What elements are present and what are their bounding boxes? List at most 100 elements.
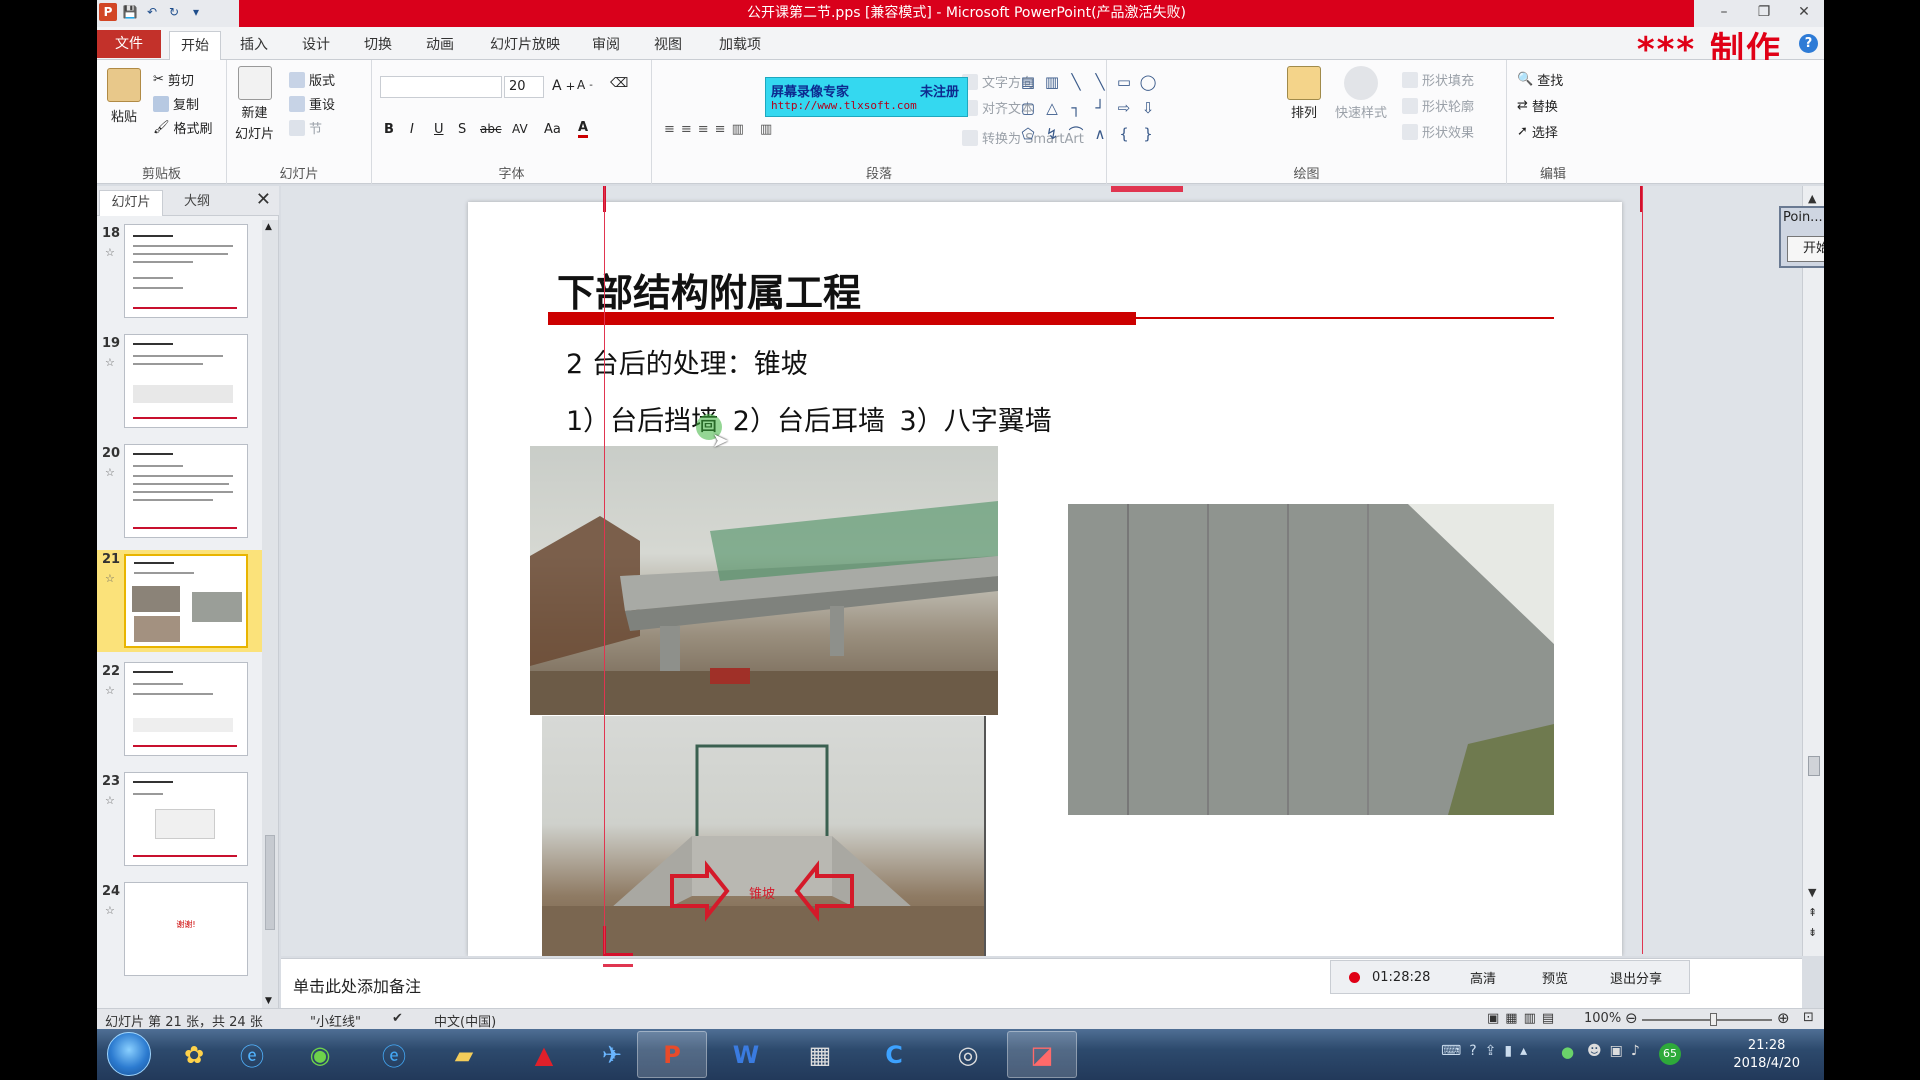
scroll-down-icon[interactable]: ▼ <box>265 996 272 1006</box>
close-pane-icon[interactable]: ✕ <box>256 189 271 210</box>
view-buttons[interactable]: ▣▦▥▤ <box>1487 1011 1560 1026</box>
new-slide-button[interactable]: 新建 幻灯片 <box>235 66 274 142</box>
abutment-construction-photo[interactable]: 锥坡 <box>542 716 986 956</box>
tab-animations[interactable]: 动画 <box>415 31 465 59</box>
shapes-gallery[interactable]: ▤ ▥ ╲ ╲ ▭ ◯ ▢ △ ┐ ┘ ⇨ ⇩ ⬠ ↯ ⌒ ∧{} <box>1017 70 1167 148</box>
zoom-in-icon[interactable]: ⊕ <box>1777 1009 1790 1027</box>
cut-button[interactable]: ✂ 剪切 <box>153 70 194 89</box>
tray-icons[interactable]: ⌨?⇪▮▴ <box>1441 1043 1535 1059</box>
line-shape-icon[interactable]: ╲ <box>1065 70 1087 94</box>
italic-button[interactable]: I <box>410 122 414 137</box>
brace-right-shape-icon[interactable]: } <box>1137 122 1159 146</box>
zoom-out-icon[interactable]: ⊖ <box>1625 1009 1638 1027</box>
strikethrough-button[interactable]: abc <box>480 122 502 136</box>
slide-thumbnail[interactable]: 24 ☆ 谢谢! <box>97 882 267 982</box>
shape-outline-button[interactable]: 形状轮廓 <box>1402 96 1474 115</box>
reset-button[interactable]: 重设 <box>289 94 335 113</box>
shape-effects-button[interactable]: 形状效果 <box>1402 122 1474 141</box>
section-button[interactable]: 节 <box>289 118 322 137</box>
current-slide[interactable]: 下部结构附属工程 2 台后的处理：锥坡 1）台后挡墙 2）台后耳墙 3）八字翼墙 <box>468 202 1622 956</box>
exit-share-button[interactable]: 退出分享 <box>1610 968 1662 987</box>
oval-shape-icon[interactable]: ◯ <box>1137 70 1159 94</box>
font-color-button[interactable]: A <box>578 120 589 138</box>
zoom-level[interactable]: 100% <box>1584 1011 1621 1026</box>
tab-addins[interactable]: 加载项 <box>706 31 774 59</box>
recorder-taskbar-icon[interactable]: ◪ <box>1007 1031 1077 1078</box>
ie-icon[interactable]: ⓔ <box>359 1031 429 1078</box>
powerpoint-taskbar-icon[interactable]: P <box>637 1031 707 1078</box>
tab-file[interactable]: 文件 <box>97 30 161 58</box>
slides-pane-scrollbar[interactable]: ▲ ▼ <box>262 220 278 1008</box>
find-button[interactable]: 🔍 查找 <box>1517 70 1563 89</box>
tab-insert[interactable]: 插入 <box>229 31 279 59</box>
spellcheck-icon[interactable]: ✔ <box>392 1011 403 1026</box>
format-painter-button[interactable]: 🖌 格式刷 <box>153 118 213 137</box>
vtextbox-shape-icon[interactable]: ▥ <box>1041 70 1063 94</box>
badge-icon[interactable]: 65 <box>1659 1043 1681 1065</box>
quick-styles-button[interactable]: 快速样式 <box>1335 66 1387 121</box>
brace-left-shape-icon[interactable]: { <box>1113 122 1135 146</box>
clock[interactable]: 21:28 2018/4/20 <box>1733 1037 1800 1073</box>
change-case-button[interactable]: Aa <box>544 122 561 137</box>
acrobat-icon[interactable]: ▲ <box>509 1031 579 1078</box>
textbox-shape-icon[interactable]: ▤ <box>1017 70 1039 94</box>
rect-shape-icon[interactable]: ▭ <box>1113 70 1135 94</box>
record-frame-handle[interactable] <box>1111 186 1183 192</box>
retaining-wall-photo[interactable] <box>1068 504 1554 815</box>
line2-shape-icon[interactable]: ╲ <box>1089 70 1111 94</box>
help-icon[interactable]: ? <box>1799 34 1818 53</box>
tab-home[interactable]: 开始 <box>169 31 221 61</box>
grow-font-button[interactable]: A + <box>552 78 575 94</box>
clear-format-icon[interactable]: ⌫ <box>610 76 628 91</box>
word-icon[interactable]: W <box>711 1031 781 1078</box>
customize-qat-icon[interactable]: ▾ <box>187 3 205 21</box>
close-icon[interactable]: ✕ <box>1784 0 1824 27</box>
next-slide-icon[interactable]: ⇟ <box>1808 926 1817 939</box>
tab-slideshow[interactable]: 幻灯片放映 <box>480 31 570 59</box>
scroll-thumb[interactable] <box>265 835 275 930</box>
freeform-shape-icon[interactable]: ↯ <box>1041 122 1063 146</box>
paste-button[interactable]: 粘贴 <box>107 68 141 125</box>
security-icon[interactable]: ● <box>1561 1043 1574 1061</box>
start-button[interactable] <box>107 1032 151 1076</box>
slide-thumbnail[interactable]: 20 ☆ <box>97 444 267 544</box>
360-browser-icon[interactable]: ◉ <box>285 1031 355 1078</box>
network-volume-icons[interactable]: ☻▣♪ <box>1587 1043 1648 1059</box>
slide-thumbnail[interactable]: 18 ☆ <box>97 224 267 324</box>
tab-transitions[interactable]: 切换 <box>353 31 403 59</box>
font-size-field[interactable]: 20 <box>504 76 544 98</box>
zoom-slider-knob[interactable] <box>1710 1013 1717 1026</box>
redo-icon[interactable]: ↻ <box>165 3 183 21</box>
tab-design[interactable]: 设计 <box>291 31 341 59</box>
tab-outline-pane[interactable]: 大纲 <box>167 190 227 216</box>
font-name-field[interactable] <box>380 76 502 98</box>
slide-point-2[interactable]: 1）台后挡墙 2）台后耳墙 3）八字翼墙 <box>566 399 1052 438</box>
arrange-button[interactable]: 排列 <box>1287 66 1321 121</box>
undo-icon[interactable]: ↶ <box>143 3 161 21</box>
shadow-button[interactable]: S <box>458 122 466 137</box>
scroll-thumb[interactable] <box>1808 756 1820 776</box>
pointer-start-button[interactable]: 开始 <box>1787 236 1824 262</box>
arrow-down-shape-icon[interactable]: ⇩ <box>1137 96 1159 120</box>
slide-thumbnail[interactable]: 23 ☆ <box>97 772 267 872</box>
slide-thumbnail-selected[interactable]: 21 ☆ <box>97 550 267 652</box>
scroll-down-icon[interactable]: ▼ <box>1808 886 1816 899</box>
curve-shape-icon[interactable]: ⌒ <box>1065 122 1087 146</box>
language[interactable]: 中文(中国) <box>434 1011 496 1029</box>
preview-button[interactable]: 预览 <box>1542 968 1592 987</box>
prev-slide-icon[interactable]: ⇞ <box>1808 906 1817 919</box>
folder-icon[interactable]: ▰ <box>429 1031 499 1078</box>
shape-fill-button[interactable]: 形状填充 <box>1402 70 1474 89</box>
slide-title[interactable]: 下部结构附属工程 <box>557 262 861 317</box>
align-buttons[interactable]: ≡≡≡≡▥ ▥ <box>664 122 778 137</box>
powerpoint-app-icon[interactable]: P <box>99 3 117 21</box>
fit-slide-icon[interactable]: ⊡ <box>1803 1010 1814 1025</box>
c-app-icon[interactable]: C <box>859 1031 929 1078</box>
bridge-construction-photo[interactable] <box>530 446 998 715</box>
scroll-up-icon[interactable]: ▲ <box>265 222 272 232</box>
slide-thumbnail[interactable]: 19 ☆ <box>97 334 267 434</box>
qq-icon[interactable]: ◎ <box>933 1031 1003 1078</box>
tab-review[interactable]: 审阅 <box>581 31 631 59</box>
layout-button[interactable]: 版式 <box>289 70 335 89</box>
copy-button[interactable]: 复制 <box>153 94 199 113</box>
